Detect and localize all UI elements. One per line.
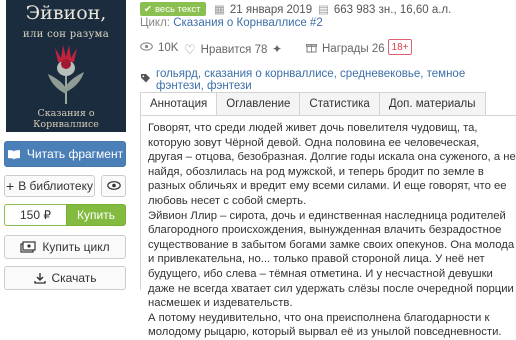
- cycle-link[interactable]: Сказания о Корнваллисе #2: [173, 17, 323, 29]
- awards-button[interactable]: Награды 26: [306, 42, 385, 56]
- tags-row: гольярд, сказания о корнваллисе, среднев…: [140, 68, 516, 92]
- add-to-library-label: В библиотеку: [18, 179, 93, 193]
- document-icon: ▤: [318, 4, 329, 16]
- read-fragment-label: Читать фрагмент: [26, 147, 124, 161]
- eye-icon: [140, 42, 153, 54]
- book-cover[interactable]: Эйвион, или сон разума Сказания о Корнва…: [6, 0, 126, 132]
- download-label: Скачать: [51, 271, 97, 285]
- gift-icon: [306, 42, 317, 56]
- download-icon: [33, 272, 46, 284]
- text-size-value: 663 983 зн., 16,60 а.л.: [333, 4, 452, 16]
- text-size: ▤ 663 983 зн., 16,60 а.л.: [318, 2, 451, 16]
- cover-title: Эйвион,: [25, 2, 107, 24]
- content-tabs: Аннотация Оглавление Статистика Доп. мат…: [140, 92, 486, 116]
- buy-cycle-label: Купить цикл: [42, 240, 110, 254]
- heart-icon: ♡: [184, 42, 196, 57]
- tab-contents[interactable]: Оглавление: [217, 92, 301, 116]
- book-icon: [7, 149, 21, 160]
- price-label: 150 ₽: [4, 204, 66, 226]
- money-icon: [20, 241, 36, 253]
- tab-statistics[interactable]: Статистика: [300, 92, 380, 116]
- cover-series: Сказания о Корнваллисе: [33, 108, 99, 130]
- eye-icon: [106, 179, 121, 193]
- tab-annotation[interactable]: Аннотация: [140, 92, 218, 116]
- thistle-icon: [48, 45, 84, 104]
- publish-date: ▦ 21 января 2019: [214, 2, 312, 16]
- publish-date-value: 21 января 2019: [229, 4, 313, 16]
- buy-cycle-button[interactable]: Купить цикл: [4, 235, 126, 259]
- views-count: 10K: [140, 42, 178, 54]
- like-button[interactable]: ♡ Нравится 78: [184, 42, 267, 58]
- tag-icon: [140, 73, 151, 87]
- tags-list[interactable]: гольярд, сказания о корнваллисе, среднев…: [156, 68, 516, 92]
- plus-icon: +: [6, 178, 15, 194]
- cycle-prefix: Цикл:: [140, 17, 170, 29]
- tab-extra-materials[interactable]: Доп. материалы: [379, 92, 486, 116]
- watch-button[interactable]: [101, 175, 126, 197]
- calendar-icon: ▦: [214, 4, 225, 16]
- likes-label: Нравится 78: [200, 44, 268, 56]
- views-value: 10K: [158, 42, 179, 54]
- check-icon: ✔: [144, 3, 152, 15]
- download-button[interactable]: Скачать: [4, 266, 126, 290]
- awards-label: Награды 26: [322, 43, 385, 55]
- sparkle-icon: ✦: [272, 42, 283, 56]
- add-to-library-button[interactable]: + В библиотеку: [4, 175, 95, 197]
- full-text-badge: ✔ весь текст: [140, 2, 207, 16]
- annotation-text: Говорят, что среди людей живет дочь пове…: [148, 121, 516, 340]
- cover-subtitle: или сон разума: [23, 29, 109, 40]
- buy-button[interactable]: Купить: [66, 204, 126, 226]
- age-rating-badge: 18+: [388, 39, 412, 55]
- sparkle-button[interactable]: ✦: [272, 42, 282, 56]
- annotation-paragraph: Говорят, что среди людей живет дочь пове…: [148, 122, 516, 207]
- read-fragment-button[interactable]: Читать фрагмент: [4, 141, 126, 167]
- full-text-badge-label: весь текст: [154, 3, 201, 15]
- annotation-paragraph: Эйвион Ллир – сирота, дочь и единственна…: [148, 209, 515, 310]
- cycle-info: Цикл: Сказания о Корнваллисе #2: [140, 17, 323, 29]
- annotation-paragraph: А потому неудивительно, что она преиспол…: [148, 311, 502, 339]
